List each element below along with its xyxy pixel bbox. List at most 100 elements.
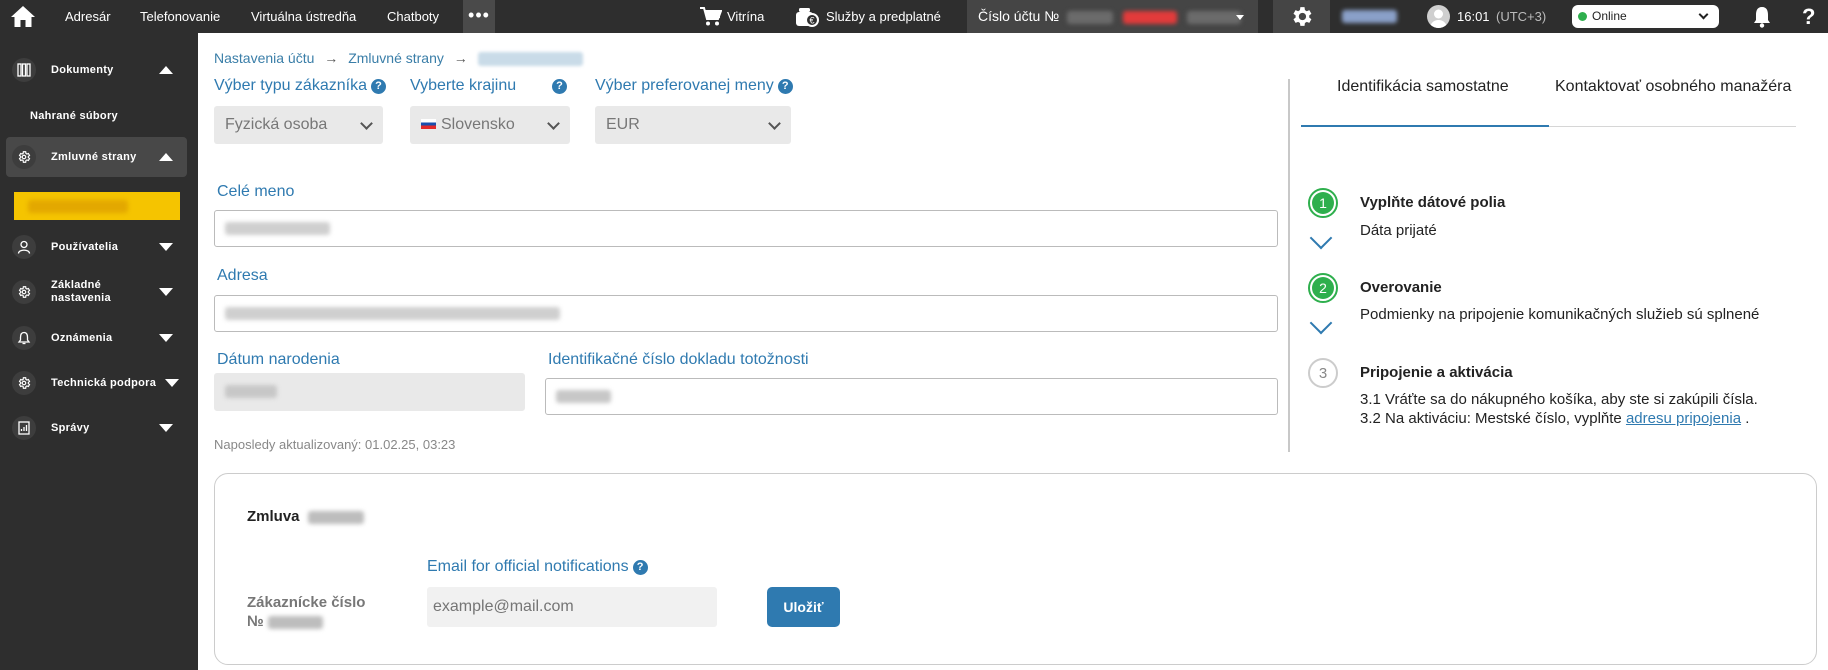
- customer-type-heading: Výber typu zákazníka?: [214, 77, 386, 95]
- nav-services[interactable]: Služby a predplatné: [826, 0, 941, 33]
- nav-address-book[interactable]: Adresár: [65, 0, 111, 33]
- wallet-icon[interactable]: €: [795, 6, 819, 28]
- sidebar-item-label: Dokumenty: [51, 63, 114, 76]
- email-field[interactable]: [427, 587, 717, 627]
- customer-number: Zákaznícke číslo №: [247, 593, 365, 631]
- help-icon[interactable]: ?: [552, 79, 567, 94]
- account-label: Číslo účtu №: [978, 8, 1060, 24]
- sidebar-item-label: Používatelia: [51, 240, 119, 253]
- chevron-up-icon: [159, 153, 173, 161]
- tab-contact-manager[interactable]: Kontaktovať osobného manažéra: [1555, 78, 1791, 96]
- sidebar-item-basic-settings[interactable]: Základné nastavenia: [6, 272, 187, 312]
- sidebar-item-label: Zmluvné strany: [51, 150, 137, 163]
- clock-timezone: (UTC+3): [1496, 9, 1547, 24]
- customer-type-value: Fyzická osoba: [225, 116, 328, 133]
- customer-number-redacted: [267, 615, 323, 629]
- last-updated-text: Naposledy aktualizovaný: 01.02.25, 03:23: [214, 437, 456, 452]
- step-3-badge: 3: [1308, 358, 1338, 388]
- account-balance-redacted: [1122, 10, 1177, 24]
- help-icon[interactable]: ?: [777, 79, 793, 94]
- cart-icon[interactable]: [699, 6, 723, 27]
- country-select[interactable]: Slovensko: [410, 106, 570, 144]
- sidebar-item-contract-parties[interactable]: Zmluvné strany: [6, 137, 187, 177]
- chevron-down-icon: [159, 243, 173, 251]
- slovakia-flag-icon: [421, 119, 436, 129]
- sidebar-subitem-uploaded-files[interactable]: Nahrané súbory: [30, 110, 118, 122]
- vertical-divider: [1288, 79, 1290, 452]
- sidebar-item-tech-support[interactable]: Technická podpora: [6, 363, 187, 403]
- sidebar-item-label: Technická podpora: [51, 376, 157, 389]
- birth-date-redacted: [225, 385, 277, 399]
- user-icon: [12, 235, 36, 259]
- breadcrumb-item-contract-parties[interactable]: Zmluvné strany: [348, 50, 444, 66]
- sidebar-item-users[interactable]: Používatelia: [6, 227, 187, 267]
- country-label: Vyberte krajinu: [410, 77, 517, 94]
- gear-icon: [1289, 4, 1314, 29]
- documents-icon: [12, 58, 36, 82]
- customer-number-label: Zákaznícke číslo: [247, 594, 366, 611]
- account-selector[interactable]: Číslo účtu №: [967, 0, 1258, 33]
- email-label: Email for official notifications: [427, 558, 629, 575]
- status-value: Online: [1592, 9, 1627, 23]
- report-icon: [12, 416, 36, 440]
- account-number-redacted: [1067, 10, 1114, 24]
- more-menu-button[interactable]: •••: [463, 0, 495, 33]
- address-field[interactable]: [214, 295, 1278, 332]
- tab-self-identification[interactable]: Identifikácia samostatne: [1337, 78, 1509, 96]
- step-1-text: Dáta prijaté: [1360, 222, 1437, 239]
- save-button[interactable]: Uložiť: [767, 587, 840, 627]
- gear-icon: [12, 280, 36, 304]
- help-icon[interactable]: ?: [370, 79, 386, 94]
- sidebar-item-documents[interactable]: Dokumenty: [6, 50, 187, 90]
- full-name-field[interactable]: [214, 210, 1278, 247]
- currency-label: Výber preferovanej meny: [595, 77, 774, 94]
- help-icon[interactable]: ?: [1802, 0, 1815, 33]
- sidebar-item-notifications[interactable]: Oznámenia: [6, 318, 187, 358]
- sidebar-subitem-highlighted[interactable]: [14, 192, 180, 220]
- account-extra-redacted: [1186, 10, 1241, 24]
- contract-title-label: Zmluva: [247, 508, 300, 525]
- id-document-field[interactable]: [545, 378, 1278, 415]
- currency-value: EUR: [606, 116, 640, 133]
- status-select[interactable]: Online: [1572, 5, 1719, 28]
- chevron-down-icon: [1698, 9, 1709, 20]
- id-document-redacted: [556, 390, 611, 404]
- balance-redacted: [1342, 10, 1397, 23]
- full-name-redacted: [225, 222, 330, 236]
- step-3-line2-suffix: .: [1741, 410, 1750, 427]
- nav-telephony[interactable]: Telefonovanie: [140, 0, 220, 33]
- bell-icon[interactable]: [1752, 5, 1772, 28]
- chevron-down-icon: [165, 379, 179, 387]
- email-heading: Email for official notifications?: [427, 558, 648, 576]
- birth-date-label: Dátum narodenia: [217, 351, 340, 368]
- settings-button[interactable]: [1273, 0, 1330, 33]
- customer-type-select[interactable]: Fyzická osoba: [214, 106, 383, 144]
- tab-active-indicator: [1301, 125, 1549, 127]
- help-icon[interactable]: ?: [632, 560, 648, 575]
- nav-chatbots[interactable]: Chatboty: [387, 0, 439, 33]
- chevron-down-icon: [1309, 311, 1333, 335]
- step-1-badge: 1: [1308, 188, 1338, 218]
- step-3-text-line2: 3.2 Na aktiváciu: Mestské číslo, vyplňte…: [1360, 409, 1749, 429]
- contract-card: Zmluva Zákaznícke číslo № Email for offi…: [214, 473, 1817, 665]
- breadcrumb-separator: →: [453, 50, 468, 66]
- nav-showcase[interactable]: Vitrína: [727, 0, 764, 33]
- step-2-title: Overovanie: [1360, 279, 1442, 296]
- home-icon[interactable]: [10, 5, 36, 28]
- breadcrumb-item-account-settings[interactable]: Nastavenia účtu: [214, 50, 314, 66]
- connection-address-link[interactable]: adresu pripojenia: [1626, 410, 1741, 427]
- sidebar-item-reports[interactable]: Správy: [6, 408, 187, 448]
- address-label: Adresa: [217, 267, 268, 284]
- nav-virtual-pbx[interactable]: Virtuálna ústredňa: [251, 0, 356, 33]
- currency-select[interactable]: EUR: [595, 106, 791, 144]
- status-dot: [1578, 12, 1587, 21]
- gear-icon: [12, 371, 36, 395]
- user-icon[interactable]: [1427, 5, 1450, 28]
- step-2-badge: 2: [1308, 273, 1338, 303]
- sidebar: Dokumenty Nahrané súbory Zmluvné strany …: [0, 33, 198, 670]
- full-name-label: Celé meno: [217, 183, 295, 200]
- step-3-text-line1: 3.1 Vráťte sa do nákupného košíka, aby s…: [1360, 391, 1758, 408]
- currency-heading: Výber preferovanej meny?: [595, 77, 793, 95]
- chevron-down-icon: [159, 288, 173, 296]
- step-3-title: Pripojenie a aktivácia: [1360, 364, 1513, 381]
